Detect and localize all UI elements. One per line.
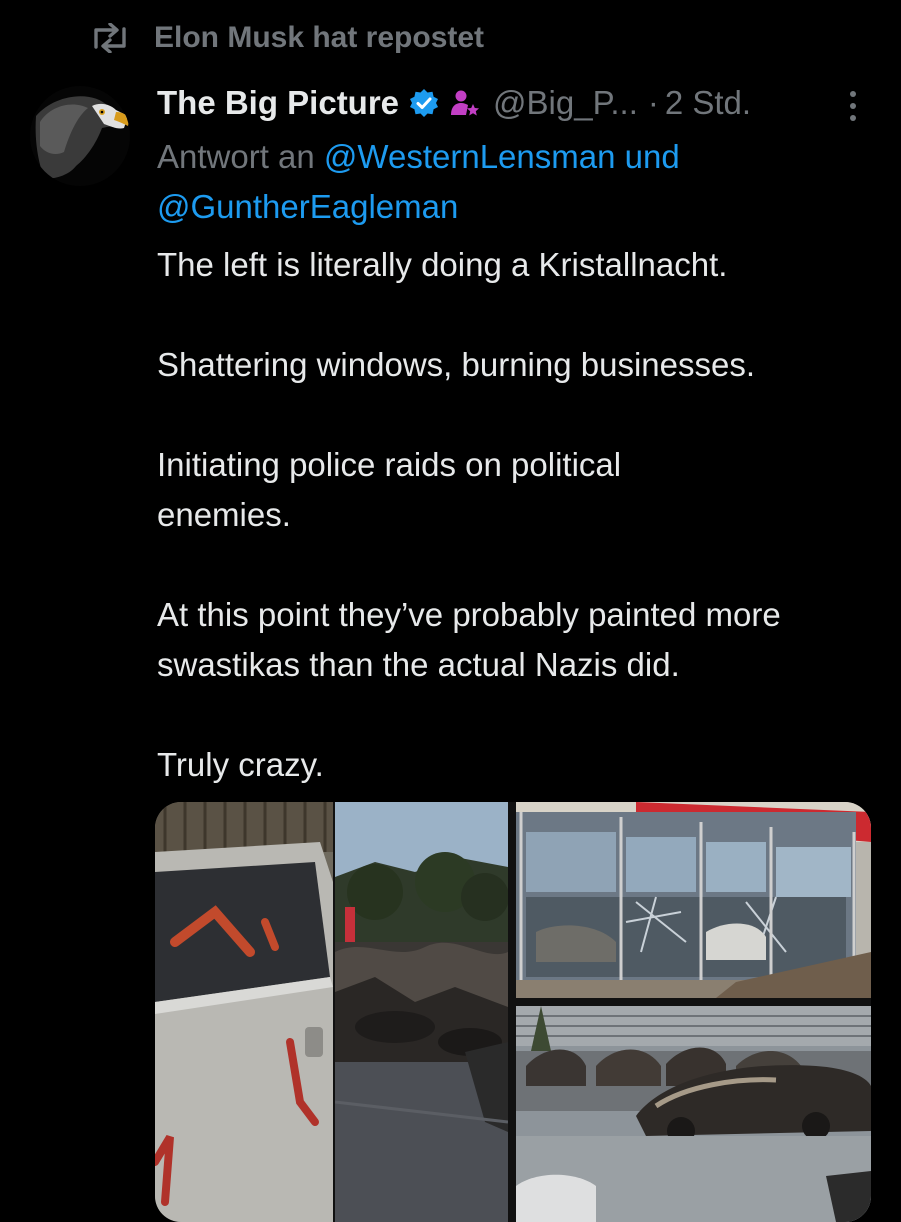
affiliate-badge-icon[interactable] <box>449 87 481 119</box>
avatar[interactable] <box>30 86 130 186</box>
reply-prefix: Antwort an <box>157 138 315 175</box>
repost-label: Elon Musk hat repostet <box>154 21 485 54</box>
tweet-header: The Big Picture @Big_P... · 2 Std. <box>157 82 877 124</box>
media-image-burned-cars-lot[interactable] <box>335 802 508 1222</box>
verified-badge-icon[interactable] <box>409 88 439 118</box>
reply-mention-westernlensman[interactable]: @WesternLensman und <box>324 138 680 175</box>
separator-dot: · <box>647 84 659 121</box>
tweet-paragraph: Truly crazy. <box>157 746 324 783</box>
repost-indicator[interactable]: Elon Musk hat repostet <box>90 18 484 58</box>
tweet-paragraph: Initiating police raids on political ene… <box>157 446 622 533</box>
user-handle[interactable]: @Big_P... <box>493 84 638 122</box>
media-image-cybertruck-graffiti[interactable] <box>155 802 333 1222</box>
media-image-burned-cars-parking[interactable] <box>516 1006 871 1222</box>
tweet-text: The left is literally doing a Kristallna… <box>157 240 877 790</box>
reply-mention-gunthereagleman[interactable]: @GuntherEagleman <box>157 188 458 225</box>
tweet-paragraph: The left is literally doing a Kristallna… <box>157 246 728 283</box>
more-options-icon[interactable] <box>838 86 868 126</box>
tweet-paragraph: At this point they’ve probably painted m… <box>157 596 781 683</box>
tweet-paragraph: Shattering windows, burning businesses. <box>157 346 756 383</box>
media-image-shattered-dealership-windows[interactable] <box>516 802 871 998</box>
display-name[interactable]: The Big Picture <box>157 84 399 122</box>
repost-icon <box>90 23 130 53</box>
media-grid <box>155 802 871 1222</box>
timestamp[interactable]: 2 Std. <box>665 84 751 122</box>
reply-context: Antwort an @WesternLensman und @GuntherE… <box>157 132 857 232</box>
